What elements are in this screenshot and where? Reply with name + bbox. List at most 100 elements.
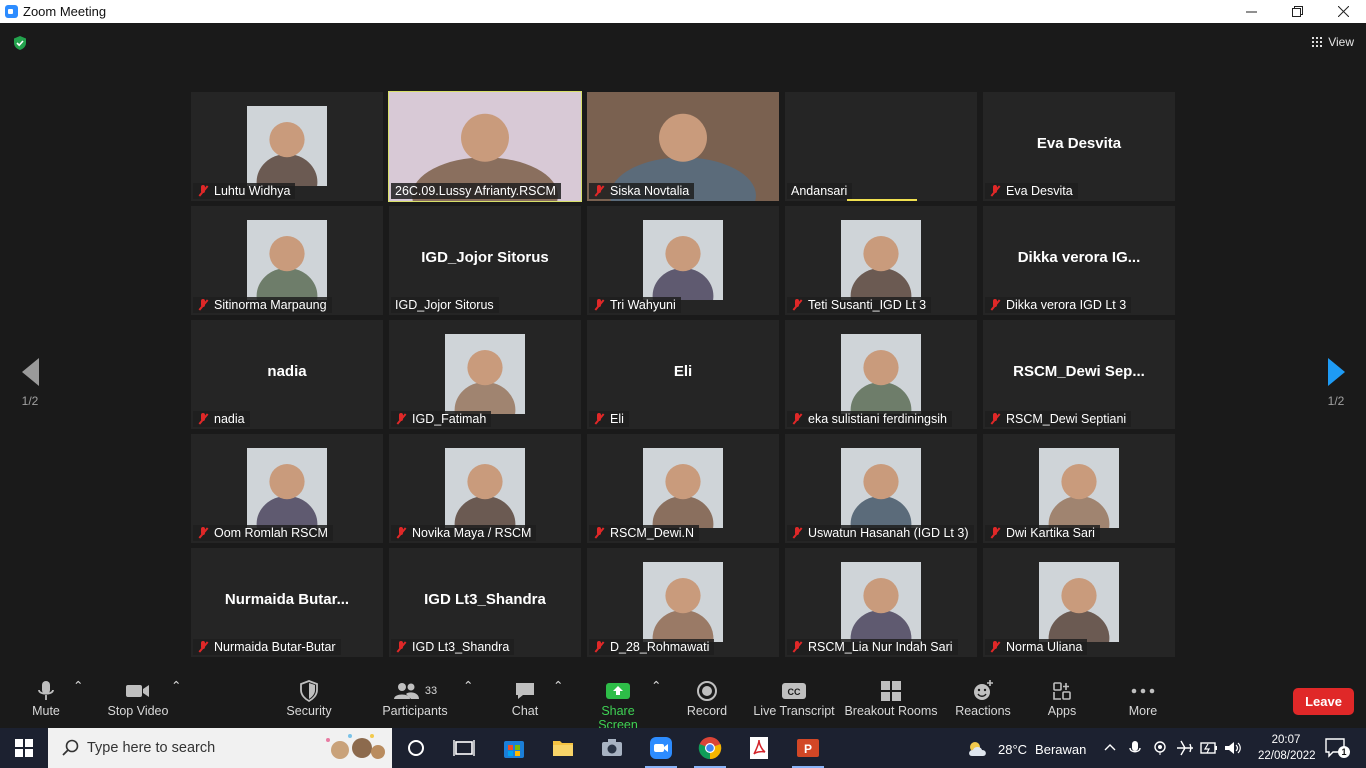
acrobat-taskbar-button[interactable] [747, 736, 771, 760]
participant-tile[interactable]: Nurmaida Butar... Nurmaida Butar-Butar [191, 548, 383, 657]
apps-button[interactable]: Apps [1046, 678, 1078, 718]
participant-tile[interactable]: Sitinorma Marpaung [191, 206, 383, 315]
weather-widget[interactable]: 28°C Berawan [966, 740, 1086, 758]
participant-tile[interactable]: Siska Novtalia [587, 92, 779, 201]
participant-tile[interactable]: IGD Lt3_Shandra IGD Lt3_Shandra [389, 548, 581, 657]
audio-options-caret[interactable]: ⌃ [73, 678, 83, 693]
muted-microphone-icon [197, 527, 209, 539]
participant-name-label: Tri Wahyuni [589, 297, 681, 313]
notification-count-badge: 1 [1338, 746, 1350, 758]
volume-icon[interactable] [1224, 740, 1242, 756]
task-view-cortana-button[interactable] [404, 736, 428, 760]
participant-tile[interactable]: Eli Eli [587, 320, 779, 429]
participant-tile[interactable]: Andansari [785, 92, 977, 201]
arrow-left-icon [21, 358, 39, 386]
leave-button[interactable]: Leave [1293, 688, 1354, 715]
microphone-in-use-icon[interactable] [1128, 740, 1142, 756]
participant-tile[interactable]: Dwi Kartika Sari [983, 434, 1175, 543]
window-titlebar: Zoom Meeting [0, 0, 1366, 23]
participant-tile[interactable]: Teti Susanti_IGD Lt 3 [785, 206, 977, 315]
chrome-taskbar-button[interactable] [694, 736, 726, 768]
restore-icon [1291, 6, 1303, 17]
participant-video [247, 220, 327, 315]
participant-name: IGD Lt3_Shandra [412, 640, 510, 654]
powerpoint-taskbar-button[interactable]: P [792, 736, 824, 768]
svg-text:P: P [804, 742, 812, 756]
minimize-button[interactable] [1228, 0, 1274, 23]
participant-name-label: Eva Desvita [985, 183, 1078, 199]
muted-microphone-icon [593, 641, 605, 653]
video-options-caret[interactable]: ⌃ [171, 678, 181, 693]
breakout-rooms-button[interactable]: Breakout Rooms [844, 678, 938, 718]
participant-display-name: RSCM_Dewi Sep... [1013, 363, 1145, 380]
camera-taskbar-button[interactable] [600, 736, 624, 760]
stop-video-button[interactable]: Stop Video [104, 678, 172, 718]
participant-name: Dwi Kartika Sari [1006, 526, 1095, 540]
security-shield-icon [300, 680, 318, 702]
chat-button[interactable]: Chat [508, 678, 542, 718]
notification-center-button[interactable]: 1 [1324, 736, 1350, 760]
participant-display-name: Dikka verora IG... [1017, 249, 1141, 266]
participant-tile[interactable]: Eva Desvita Eva Desvita [983, 92, 1175, 201]
participant-tile[interactable]: Luhtu Widhya [191, 92, 383, 201]
task-view-button[interactable] [452, 736, 476, 760]
participant-tile[interactable]: Novika Maya / RSCM [389, 434, 581, 543]
participant-tile[interactable]: D_28_Rohmawati [587, 548, 779, 657]
participant-tile[interactable]: 26C.09.Lussy Afrianty.RSCM [388, 91, 582, 202]
next-page-button[interactable]: 1/2 [1316, 358, 1356, 408]
participant-tile[interactable]: IGD_Fatimah [389, 320, 581, 429]
webcam-in-use-icon[interactable] [1152, 740, 1168, 756]
participant-tile[interactable]: eka sulistiani ferdiningsih [785, 320, 977, 429]
close-icon [1337, 6, 1349, 17]
participant-tile[interactable]: Norma Uliana [983, 548, 1175, 657]
search-placeholder: Type here to search [87, 740, 216, 756]
participant-tile[interactable]: Oom Romlah RSCM [191, 434, 383, 543]
taskbar-search-box[interactable]: Type here to search [48, 728, 392, 768]
participants-options-caret[interactable]: ⌃ [463, 678, 473, 693]
participant-tile[interactable]: IGD_Jojor Sitorus IGD_Jojor Sitorus [389, 206, 581, 315]
view-button[interactable]: View [1312, 35, 1354, 49]
airplane-mode-icon[interactable] [1176, 740, 1194, 756]
chat-label: Chat [511, 704, 539, 718]
participant-tile[interactable]: RSCM_Dewi.N [587, 434, 779, 543]
participant-tile[interactable]: nadia nadia [191, 320, 383, 429]
participants-button[interactable]: 33 Participants [381, 678, 449, 718]
participant-tile[interactable]: Uswatun Hasanah (IGD Lt 3) [785, 434, 977, 543]
participant-display-name: Eli [673, 363, 693, 380]
battery-icon[interactable] [1200, 740, 1218, 756]
clock-date: 22/08/2022 [1258, 750, 1316, 762]
participant-tile[interactable]: Tri Wahyuni [587, 206, 779, 315]
participant-name-label: Nurmaida Butar-Butar [193, 639, 341, 655]
microsoft-store-taskbar-button[interactable] [502, 736, 526, 760]
show-hidden-icons-chevron-icon[interactable] [1104, 742, 1116, 754]
participant-tile[interactable]: RSCM_Lia Nur Indah Sari [785, 548, 977, 657]
previous-page-button[interactable]: 1/2 [10, 358, 50, 408]
security-button[interactable]: Security [284, 678, 334, 718]
encryption-shield-icon[interactable] [12, 35, 28, 51]
record-button[interactable]: Record [684, 678, 730, 718]
security-label: Security [286, 704, 332, 718]
more-button[interactable]: More [1126, 678, 1160, 718]
zoom-taskbar-button[interactable] [645, 736, 677, 768]
start-button[interactable] [0, 728, 48, 768]
taskbar-clock[interactable]: 20:07 22/08/2022 [1258, 732, 1316, 764]
mute-button[interactable]: Mute [25, 678, 67, 718]
reactions-button[interactable]: Reactions [955, 678, 1011, 718]
cloudy-weather-icon [969, 742, 986, 756]
close-button[interactable] [1320, 0, 1366, 23]
participant-name-label: Sitinorma Marpaung [193, 297, 332, 313]
chat-options-caret[interactable]: ⌃ [553, 678, 563, 693]
restore-button[interactable] [1274, 0, 1320, 23]
grid-view-icon [1312, 37, 1323, 47]
share-options-caret[interactable]: ⌃ [651, 678, 661, 693]
participant-tile[interactable]: Dikka verora IG... Dikka verora IGD Lt 3 [983, 206, 1175, 315]
apps-label: Apps [1047, 704, 1077, 718]
participant-name: Dikka verora IGD Lt 3 [1006, 298, 1127, 312]
participant-name: D_28_Rohmawati [610, 640, 710, 654]
weather-temperature: 28°C [998, 741, 1028, 757]
share-screen-button[interactable]: Share Screen [580, 678, 656, 732]
participant-tile[interactable]: RSCM_Dewi Sep... RSCM_Dewi Septiani [983, 320, 1175, 429]
powerpoint-icon: P [797, 739, 819, 757]
file-explorer-taskbar-button[interactable] [551, 736, 575, 760]
live-transcript-button[interactable]: CC Live Transcript [753, 678, 835, 718]
